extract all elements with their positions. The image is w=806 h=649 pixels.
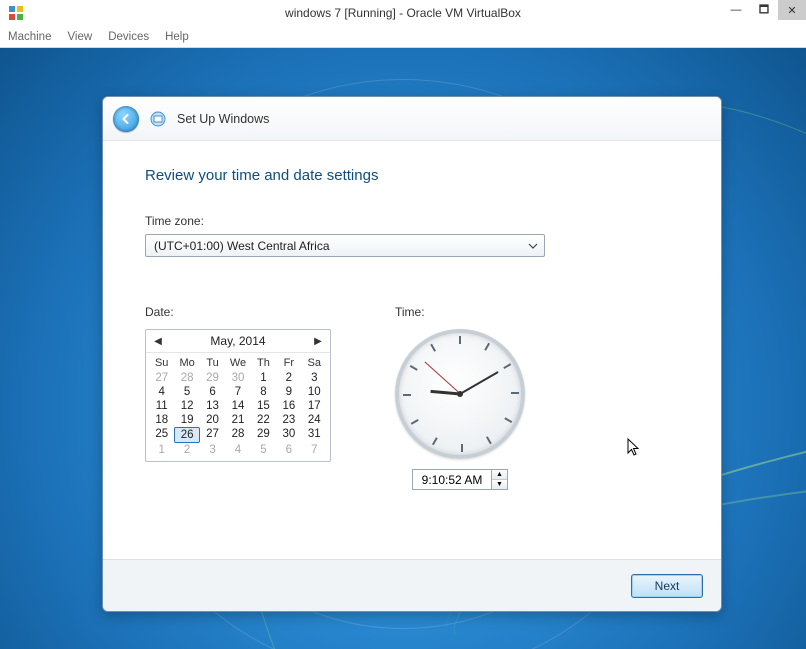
calendar-day[interactable]: 6 (276, 443, 301, 457)
calendar-day[interactable]: 23 (276, 413, 301, 427)
timezone-label: Time zone: (145, 214, 679, 228)
back-button[interactable] (113, 106, 139, 132)
calendar-day[interactable]: 5 (251, 443, 276, 457)
calendar-day[interactable]: 27 (200, 427, 225, 443)
calendar-day[interactable]: 3 (200, 443, 225, 457)
calendar-day[interactable]: 22 (251, 413, 276, 427)
calendar-day[interactable]: 30 (276, 427, 301, 443)
calendar-dow: Mo (174, 355, 199, 371)
calendar-day[interactable]: 14 (225, 399, 250, 413)
calendar-day[interactable]: 27 (149, 371, 174, 385)
calendar-day[interactable]: 16 (276, 399, 301, 413)
calendar-month: May, 2014 (210, 334, 265, 348)
wizard-title: Set Up Windows (177, 112, 269, 126)
calendar-day[interactable]: 25 (149, 427, 174, 443)
menu-view[interactable]: View (59, 31, 100, 43)
calendar-day[interactable]: 20 (200, 413, 225, 427)
menu-machine[interactable]: Machine (0, 31, 59, 43)
calendar-day[interactable]: 28 (174, 371, 199, 385)
calendar-day[interactable]: 4 (149, 385, 174, 399)
calendar-day[interactable]: 9 (276, 385, 301, 399)
timezone-select[interactable]: (UTC+01:00) West Central Africa (145, 234, 545, 257)
calendar: ◀ May, 2014 ▶ SuMoTuWeThFrSa272829301234… (145, 329, 331, 462)
calendar-dow: Fr (276, 355, 301, 371)
calendar-dow: Su (149, 355, 174, 371)
maximize-button[interactable]: 🗖 (750, 0, 778, 20)
calendar-dow: Tu (200, 355, 225, 371)
host-window-title: windows 7 [Running] - Oracle VM VirtualB… (285, 6, 521, 20)
calendar-next-button[interactable]: ▶ (312, 336, 324, 347)
calendar-day[interactable]: 2 (276, 371, 301, 385)
calendar-day[interactable]: 3 (302, 371, 327, 385)
calendar-dow: Th (251, 355, 276, 371)
calendar-day[interactable]: 1 (251, 371, 276, 385)
timezone-value: (UTC+01:00) West Central Africa (154, 239, 330, 253)
menu-devices[interactable]: Devices (100, 31, 157, 43)
time-increment-button[interactable]: ▲ (492, 470, 507, 479)
calendar-day[interactable]: 12 (174, 399, 199, 413)
calendar-dow: We (225, 355, 250, 371)
calendar-day[interactable]: 24 (302, 413, 327, 427)
calendar-day[interactable]: 13 (200, 399, 225, 413)
time-spinner[interactable]: 9:10:52 AM ▲ ▼ (412, 469, 508, 490)
setup-windows-icon (149, 110, 167, 128)
calendar-day[interactable]: 19 (174, 413, 199, 427)
time-label: Time: (395, 305, 525, 319)
page-heading: Review your time and date settings (145, 167, 679, 184)
virtualbox-icon (8, 5, 24, 21)
calendar-day[interactable]: 15 (251, 399, 276, 413)
close-button[interactable]: ✕ (778, 0, 806, 20)
calendar-dow: Sa (302, 355, 327, 371)
calendar-day[interactable]: 28 (225, 427, 250, 443)
calendar-day[interactable]: 30 (225, 371, 250, 385)
wizard-header: Set Up Windows (103, 97, 721, 141)
time-decrement-button[interactable]: ▼ (492, 479, 507, 489)
host-titlebar: windows 7 [Running] - Oracle VM VirtualB… (0, 0, 806, 26)
minimize-button[interactable]: — (722, 0, 750, 20)
calendar-day[interactable]: 8 (251, 385, 276, 399)
calendar-day-selected[interactable]: 26 (174, 427, 199, 443)
setup-wizard-window: Set Up Windows Review your time and date… (102, 96, 722, 612)
chevron-down-icon (528, 240, 538, 254)
calendar-day[interactable]: 4 (225, 443, 250, 457)
calendar-day[interactable]: 31 (302, 427, 327, 443)
menu-help[interactable]: Help (157, 31, 197, 43)
date-label: Date: (145, 305, 331, 319)
calendar-day[interactable]: 18 (149, 413, 174, 427)
next-button[interactable]: Next (631, 574, 703, 598)
calendar-day[interactable]: 5 (174, 385, 199, 399)
calendar-day[interactable]: 6 (200, 385, 225, 399)
wizard-footer: Next (103, 559, 721, 611)
time-value[interactable]: 9:10:52 AM (413, 470, 491, 489)
vm-desktop: Set Up Windows Review your time and date… (0, 48, 806, 649)
calendar-day[interactable]: 1 (149, 443, 174, 457)
calendar-day[interactable]: 2 (174, 443, 199, 457)
calendar-day[interactable]: 7 (302, 443, 327, 457)
host-menubar: Machine View Devices Help (0, 26, 806, 48)
calendar-day[interactable]: 11 (149, 399, 174, 413)
calendar-day[interactable]: 29 (251, 427, 276, 443)
calendar-day[interactable]: 10 (302, 385, 327, 399)
calendar-day[interactable]: 17 (302, 399, 327, 413)
calendar-day[interactable]: 7 (225, 385, 250, 399)
calendar-day[interactable]: 21 (225, 413, 250, 427)
analog-clock (395, 329, 525, 459)
cursor-icon (627, 438, 643, 463)
calendar-day[interactable]: 29 (200, 371, 225, 385)
calendar-prev-button[interactable]: ◀ (152, 336, 164, 347)
